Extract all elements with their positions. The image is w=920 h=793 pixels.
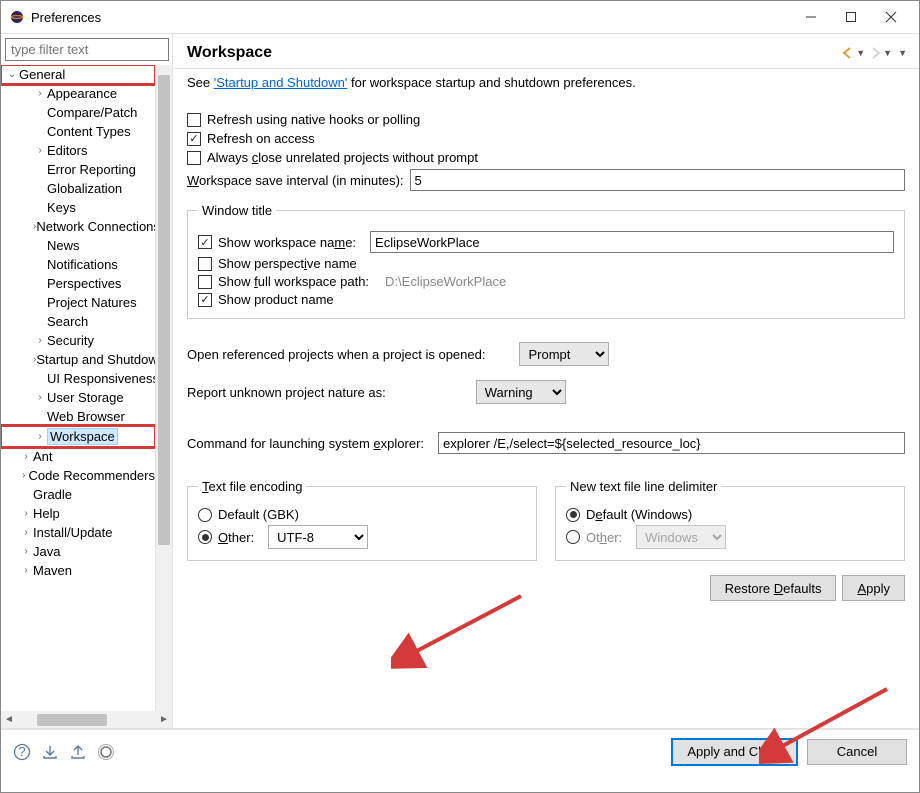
tree-item-general[interactable]: ⌄General [1,65,155,84]
back-icon[interactable] [840,45,856,61]
tree-item[interactable]: Search [1,312,155,331]
open-ref-label: Open referenced projects when a project … [187,347,485,362]
tree-item[interactable]: Gradle [1,485,155,504]
footer: ? Apply and Close Cancel [1,729,919,773]
show-product-checkbox[interactable] [198,293,212,307]
explorer-label: Command for launching system explorer: [187,436,424,451]
tree-item[interactable]: Project Natures [1,293,155,312]
tree-item[interactable]: ›Startup and Shutdown [1,350,155,369]
tree-item[interactable]: ›Ant [1,447,155,466]
minimize-button[interactable] [791,2,831,32]
eclipse-icon [9,9,25,25]
encoding-default-radio[interactable] [198,508,212,522]
delimiter-group: New text file line delimiter Default (Wi… [555,479,905,561]
ws-name-input[interactable] [370,231,894,253]
svg-text:?: ? [18,744,25,759]
tree-item[interactable]: Globalization [1,179,155,198]
close-unrelated-checkbox[interactable]: Always close unrelated projects without … [187,150,905,165]
tree-item[interactable]: ›Maven [1,561,155,580]
cancel-button[interactable]: Cancel [807,739,907,765]
forward-icon[interactable] [867,45,883,61]
open-ref-select[interactable]: Prompt [519,342,609,366]
apply-button[interactable]: Apply [842,575,905,601]
window-title: Preferences [31,10,791,25]
tree-item[interactable]: ›User Storage [1,388,155,407]
tree-item[interactable]: ›Editors [1,141,155,160]
help-icon[interactable]: ? [13,743,31,761]
content-panel: Workspace ▼ ▼ ▼ See 'Startup and Shutdow… [173,34,919,728]
oomph-icon[interactable] [97,743,115,761]
tree-item[interactable]: Content Types [1,122,155,141]
close-button[interactable] [871,2,911,32]
preference-tree[interactable]: ⌄General ›Appearance Compare/Patch Conte… [1,65,155,711]
unknown-nature-label: Report unknown project nature as: [187,385,386,400]
encoding-group: Text file encoding Default (GBK) Other: … [187,479,537,561]
window-title-group: Window title Show workspace name: Show p… [187,203,905,319]
tree-item[interactable]: Perspectives [1,274,155,293]
show-full-path-checkbox[interactable] [198,275,212,289]
tree-item[interactable]: Keys [1,198,155,217]
tree-item[interactable]: ›Code Recommenders [1,466,155,485]
encoding-other-radio[interactable] [198,530,212,544]
export-icon[interactable] [69,743,87,761]
sidebar: ⌄General ›Appearance Compare/Patch Conte… [1,34,173,728]
show-perspective-checkbox[interactable] [198,257,212,271]
tree-item[interactable]: ›Java [1,542,155,561]
startup-shutdown-link[interactable]: 'Startup and Shutdown' [214,75,348,90]
tree-item[interactable]: Web Browser [1,407,155,426]
import-icon[interactable] [41,743,59,761]
tree-item[interactable]: ›Security [1,331,155,350]
filter-input[interactable] [5,38,169,61]
unknown-nature-select[interactable]: Warning [476,380,566,404]
explorer-input[interactable] [438,432,905,454]
menu-dropdown-icon[interactable]: ▼ [898,48,907,58]
tree-item[interactable]: Error Reporting [1,160,155,179]
intro-text: See 'Startup and Shutdown' for workspace… [187,75,905,90]
tree-item[interactable]: ›Install/Update [1,523,155,542]
tree-item[interactable]: ›Appearance [1,84,155,103]
delimiter-default-radio[interactable] [566,508,580,522]
scrollbar-horizontal[interactable]: ◄► [1,711,172,728]
page-title: Workspace [187,44,838,62]
tree-item[interactable]: ›Network Connections [1,217,155,236]
tree-item[interactable]: News [1,236,155,255]
apply-and-close-button[interactable]: Apply and Close [672,739,797,765]
delimiter-select[interactable]: Windows [636,525,726,549]
save-interval-label: Workspace save interval (in minutes): [187,173,404,188]
tree-item[interactable]: UI Responsiveness [1,369,155,388]
show-ws-name-checkbox[interactable] [198,235,212,249]
encoding-select[interactable]: UTF-8 [268,525,368,549]
restore-defaults-button[interactable]: Restore Defaults [710,575,837,601]
refresh-access-checkbox[interactable]: Refresh on access [187,131,905,146]
save-interval-input[interactable] [410,169,905,191]
tree-item-workspace[interactable]: ›Workspace [1,426,155,447]
scrollbar-vertical[interactable] [155,65,172,711]
tree-item[interactable]: Notifications [1,255,155,274]
tree-item[interactable]: ›Help [1,504,155,523]
title-bar: Preferences [1,1,919,33]
delimiter-other-radio[interactable] [566,530,580,544]
refresh-hooks-checkbox[interactable]: Refresh using native hooks or polling [187,112,905,127]
maximize-button[interactable] [831,2,871,32]
tree-item[interactable]: Compare/Patch [1,103,155,122]
